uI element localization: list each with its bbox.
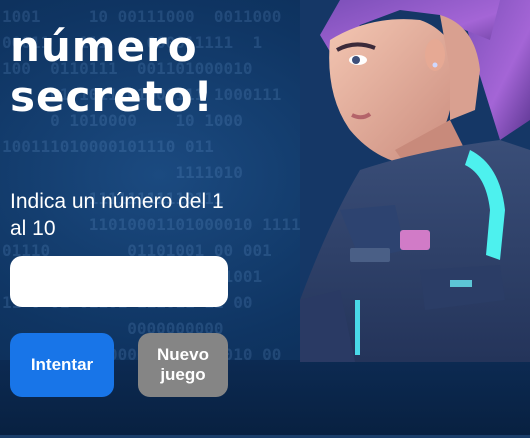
astronaut-illustration [300, 0, 530, 362]
new-game-button[interactable]: Nuevo juego [138, 333, 228, 397]
title-line-2: secreto! [10, 72, 214, 121]
number-input[interactable] [10, 256, 228, 307]
page-title: número secreto! [10, 22, 214, 122]
try-button[interactable]: Intentar [10, 333, 114, 397]
title-line-1: número [10, 22, 198, 71]
instruction-text: Indica un número del 1 al 10 [10, 190, 224, 240]
